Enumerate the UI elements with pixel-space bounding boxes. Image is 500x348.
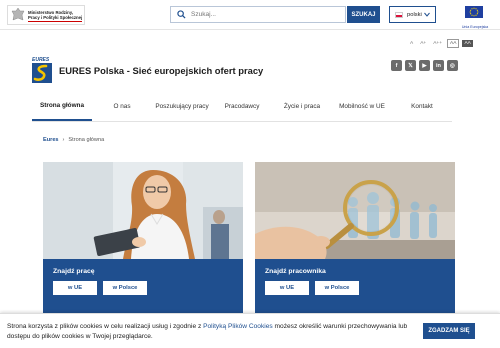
top-bar: Ministerstwo Rodziny, Pracy i Polityki S…	[0, 0, 500, 30]
ministry-logo[interactable]: Ministerstwo Rodziny, Pracy i Polityki S…	[7, 5, 85, 25]
find-job-card: Znajdź pracę w UE w Polsce	[43, 162, 243, 314]
accept-cookies-button[interactable]: ZGADZAM SIĘ	[423, 323, 475, 339]
cookie-message: Strona korzysta z plików cookies w celu …	[7, 322, 412, 342]
eures-logo-icon[interactable]: EURES	[31, 56, 53, 84]
nav-item-mobility[interactable]: Mobilność w UE	[332, 92, 392, 121]
magnifier-people-image	[255, 162, 455, 259]
instagram-icon[interactable]: ◎	[447, 60, 458, 71]
nav-item-home[interactable]: Strona główna	[32, 92, 92, 121]
language-label: polski	[407, 11, 422, 18]
main-nav: Strona główna O nas Poszukujący pracy Pr…	[32, 92, 452, 122]
cookie-policy-link[interactable]: Polityką Plików Cookies	[203, 323, 273, 330]
search-button[interactable]: SZUKAJ	[347, 6, 380, 23]
font-size-controls: A A+ A++ AA AA	[408, 39, 473, 48]
social-links: f 𝕏 ▶ in ◎	[391, 60, 458, 71]
find-job-panel: Znajdź pracę w UE w Polsce	[43, 259, 243, 314]
page: Ministerstwo Rodziny, Pracy i Polityki S…	[0, 0, 500, 348]
search-input[interactable]	[191, 11, 341, 18]
find-employee-panel: Znajdź pracownika w UE w Polsce	[255, 259, 455, 314]
polish-flag-icon	[395, 11, 403, 18]
eu-logo[interactable]: Unia Europejska	[460, 5, 490, 29]
search-box	[170, 6, 346, 23]
nav-item-contact[interactable]: Kontakt	[392, 92, 452, 121]
ministry-red-line	[28, 21, 82, 22]
contrast-normal[interactable]: AA	[447, 39, 460, 48]
find-employee-eu-button[interactable]: w UE	[265, 281, 309, 295]
find-job-title: Znajdź pracę	[53, 268, 95, 275]
find-employee-title: Znajdź pracownika	[265, 268, 326, 275]
nav-item-job-seekers[interactable]: Poszukujący pracy	[152, 92, 212, 121]
woman-with-tablet-image	[43, 162, 243, 259]
cookie-banner: Strona korzysta z plików cookies w celu …	[0, 313, 500, 348]
eu-label: Unia Europejska	[461, 25, 489, 29]
linkedin-icon[interactable]: in	[433, 60, 444, 71]
contrast-high[interactable]: AA	[462, 40, 473, 47]
x-twitter-icon[interactable]: 𝕏	[405, 60, 416, 71]
breadcrumb-current: Strona główna	[68, 137, 105, 143]
font-size-normal[interactable]: A	[408, 40, 415, 47]
youtube-icon[interactable]: ▶	[419, 60, 430, 71]
search-icon	[177, 10, 186, 19]
ministry-name-line2: Pracy i Polityki Społecznej	[28, 15, 83, 20]
breadcrumb: Eures › Strona główna	[43, 137, 104, 143]
svg-text:EURES: EURES	[32, 57, 50, 63]
chevron-down-icon	[424, 12, 430, 17]
font-size-larger[interactable]: A+	[418, 40, 428, 47]
site-title: EURES Polska - Sieć europejskich ofert p…	[59, 65, 264, 76]
ministry-name: Ministerstwo Rodziny, Pracy i Polityki S…	[28, 10, 82, 20]
find-job-poland-button[interactable]: w Polsce	[103, 281, 147, 295]
facebook-icon[interactable]: f	[391, 60, 402, 71]
find-employee-card: Znajdź pracownika w UE w Polsce	[255, 162, 455, 314]
breadcrumb-home-link[interactable]: Eures	[43, 137, 59, 143]
find-job-eu-button[interactable]: w UE	[53, 281, 97, 295]
cookie-text-before: Strona korzysta z plików cookies w celu …	[7, 323, 204, 330]
find-employee-poland-button[interactable]: w Polsce	[315, 281, 359, 295]
eu-flag-icon	[465, 6, 483, 18]
eagle-emblem-icon	[11, 7, 25, 21]
nav-item-employers[interactable]: Pracodawcy	[212, 92, 272, 121]
nav-item-life-work[interactable]: Życie i praca	[272, 92, 332, 121]
breadcrumb-separator: ›	[62, 137, 65, 143]
font-size-largest[interactable]: A++	[431, 40, 444, 47]
nav-item-about[interactable]: O nas	[92, 92, 152, 121]
language-select[interactable]: polski	[389, 6, 436, 23]
